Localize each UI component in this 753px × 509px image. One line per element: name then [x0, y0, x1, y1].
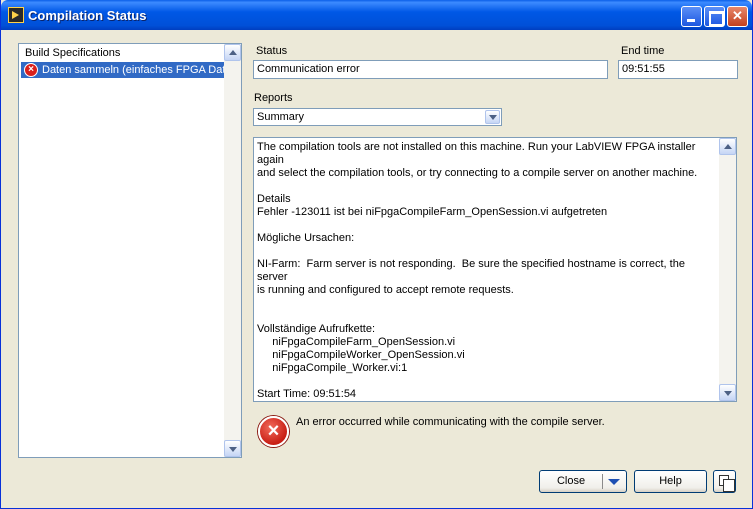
report-scroll-up-button[interactable] — [719, 138, 736, 155]
dropdown-arrow-icon[interactable] — [608, 479, 620, 485]
copy-to-clipboard-button[interactable] — [713, 470, 736, 493]
report-vertical-scrollbar[interactable] — [719, 138, 736, 401]
scroll-up-button[interactable] — [224, 44, 241, 61]
copy-icon — [719, 475, 735, 492]
compilation-status-window: Compilation Status ✕ Build Specification… — [0, 0, 753, 509]
close-button[interactable]: Close — [539, 470, 627, 493]
end-time-label: End time — [621, 45, 665, 57]
vertical-scrollbar[interactable] — [224, 44, 241, 457]
status-field[interactable]: Communication error — [253, 60, 608, 79]
end-time-field[interactable]: 09:51:55 — [618, 60, 738, 79]
build-specifications-list[interactable]: Build Specifications × Daten sammeln (ei… — [18, 43, 242, 458]
error-icon-large: × — [258, 416, 289, 447]
list-item-label: Daten sammeln (einfaches FPGA Daten — [42, 64, 225, 76]
list-header: Build Specifications — [25, 47, 121, 59]
reports-label: Reports — [254, 92, 293, 104]
list-item[interactable]: × Daten sammeln (einfaches FPGA Daten — [21, 62, 225, 78]
labview-app-icon — [8, 7, 24, 23]
error-message: An error occurred while communicating wi… — [296, 416, 605, 428]
report-content: The compilation tools are not installed … — [257, 141, 698, 400]
error-icon: × — [24, 63, 38, 77]
help-button[interactable]: Help — [634, 470, 707, 493]
status-label: Status — [256, 45, 288, 57]
split-divider — [602, 474, 603, 489]
title-bar[interactable]: Compilation Status ✕ — [1, 0, 752, 30]
window-title: Compilation Status — [28, 8, 147, 23]
report-text-area[interactable]: The compilation tools are not installed … — [253, 137, 737, 402]
close-button-label: Close — [556, 475, 586, 487]
minimize-button[interactable] — [681, 6, 702, 27]
reports-selected-value: Summary — [257, 111, 305, 123]
reports-dropdown[interactable]: Summary — [253, 108, 502, 126]
chevron-down-icon[interactable] — [485, 110, 500, 124]
maximize-button[interactable] — [704, 6, 725, 27]
scroll-down-button[interactable] — [224, 440, 241, 457]
report-scroll-down-button[interactable] — [719, 384, 736, 401]
close-window-button[interactable]: ✕ — [727, 6, 748, 27]
